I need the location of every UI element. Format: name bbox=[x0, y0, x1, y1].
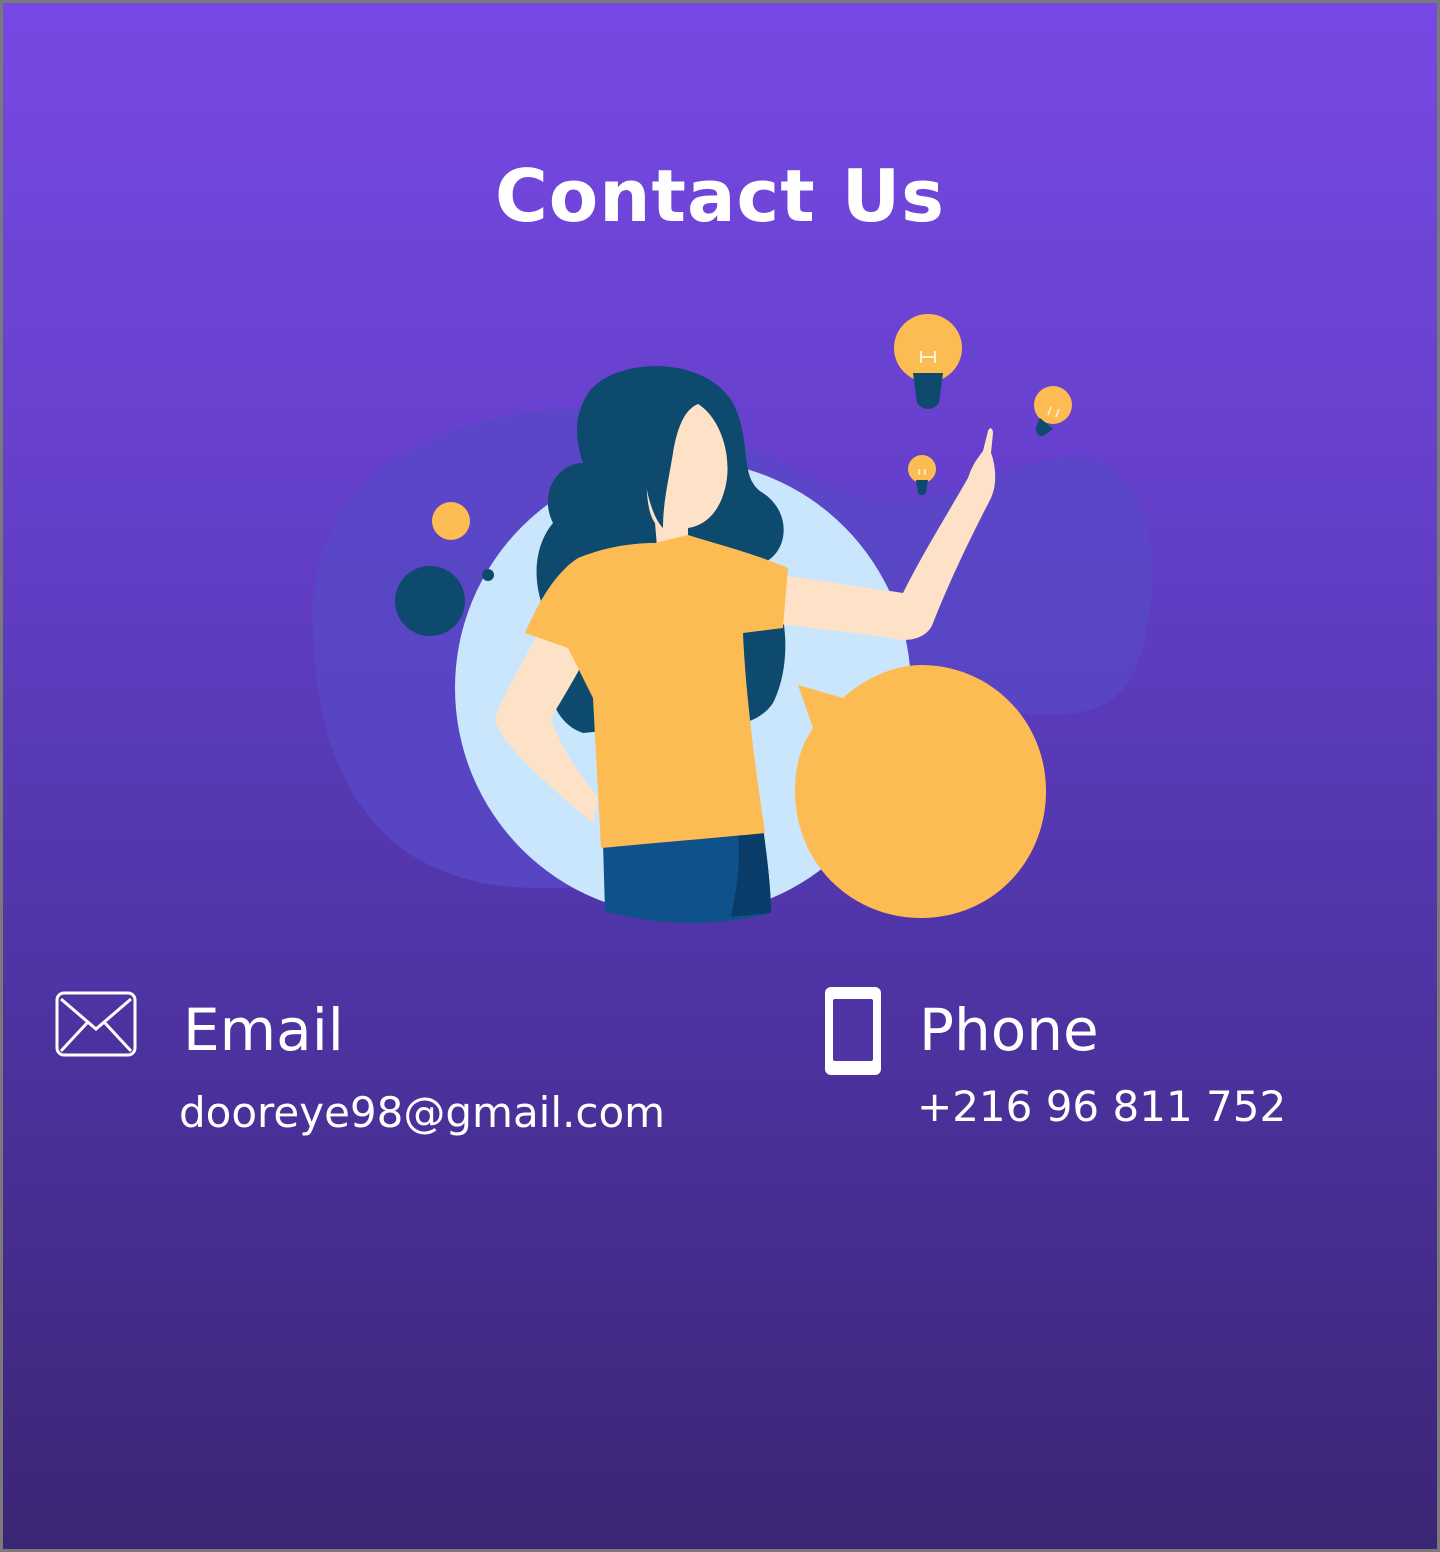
contact-page: Contact Us Email dooreye98@gmail.com Pho… bbox=[0, 0, 1440, 1552]
lightbulb-medium-icon bbox=[1034, 386, 1072, 437]
page-title: Contact Us bbox=[494, 154, 946, 238]
decor-dot-yellow bbox=[432, 502, 470, 540]
envelope-icon bbox=[55, 991, 137, 1061]
decor-dot-navy-large bbox=[395, 566, 465, 636]
contact-illustration bbox=[312, 314, 1152, 923]
phone-icon bbox=[823, 985, 883, 1081]
email-value[interactable]: dooreye98@gmail.com bbox=[179, 1087, 665, 1139]
phone-value[interactable]: +216 96 811 752 bbox=[917, 1081, 1286, 1133]
decor-dot-navy-small bbox=[482, 569, 494, 581]
phone-label: Phone bbox=[919, 996, 1099, 1064]
speech-bubble bbox=[795, 665, 1046, 918]
lightbulb-large-icon bbox=[894, 314, 962, 409]
email-label: Email bbox=[183, 996, 344, 1064]
lightbulb-small-icon bbox=[908, 455, 936, 496]
